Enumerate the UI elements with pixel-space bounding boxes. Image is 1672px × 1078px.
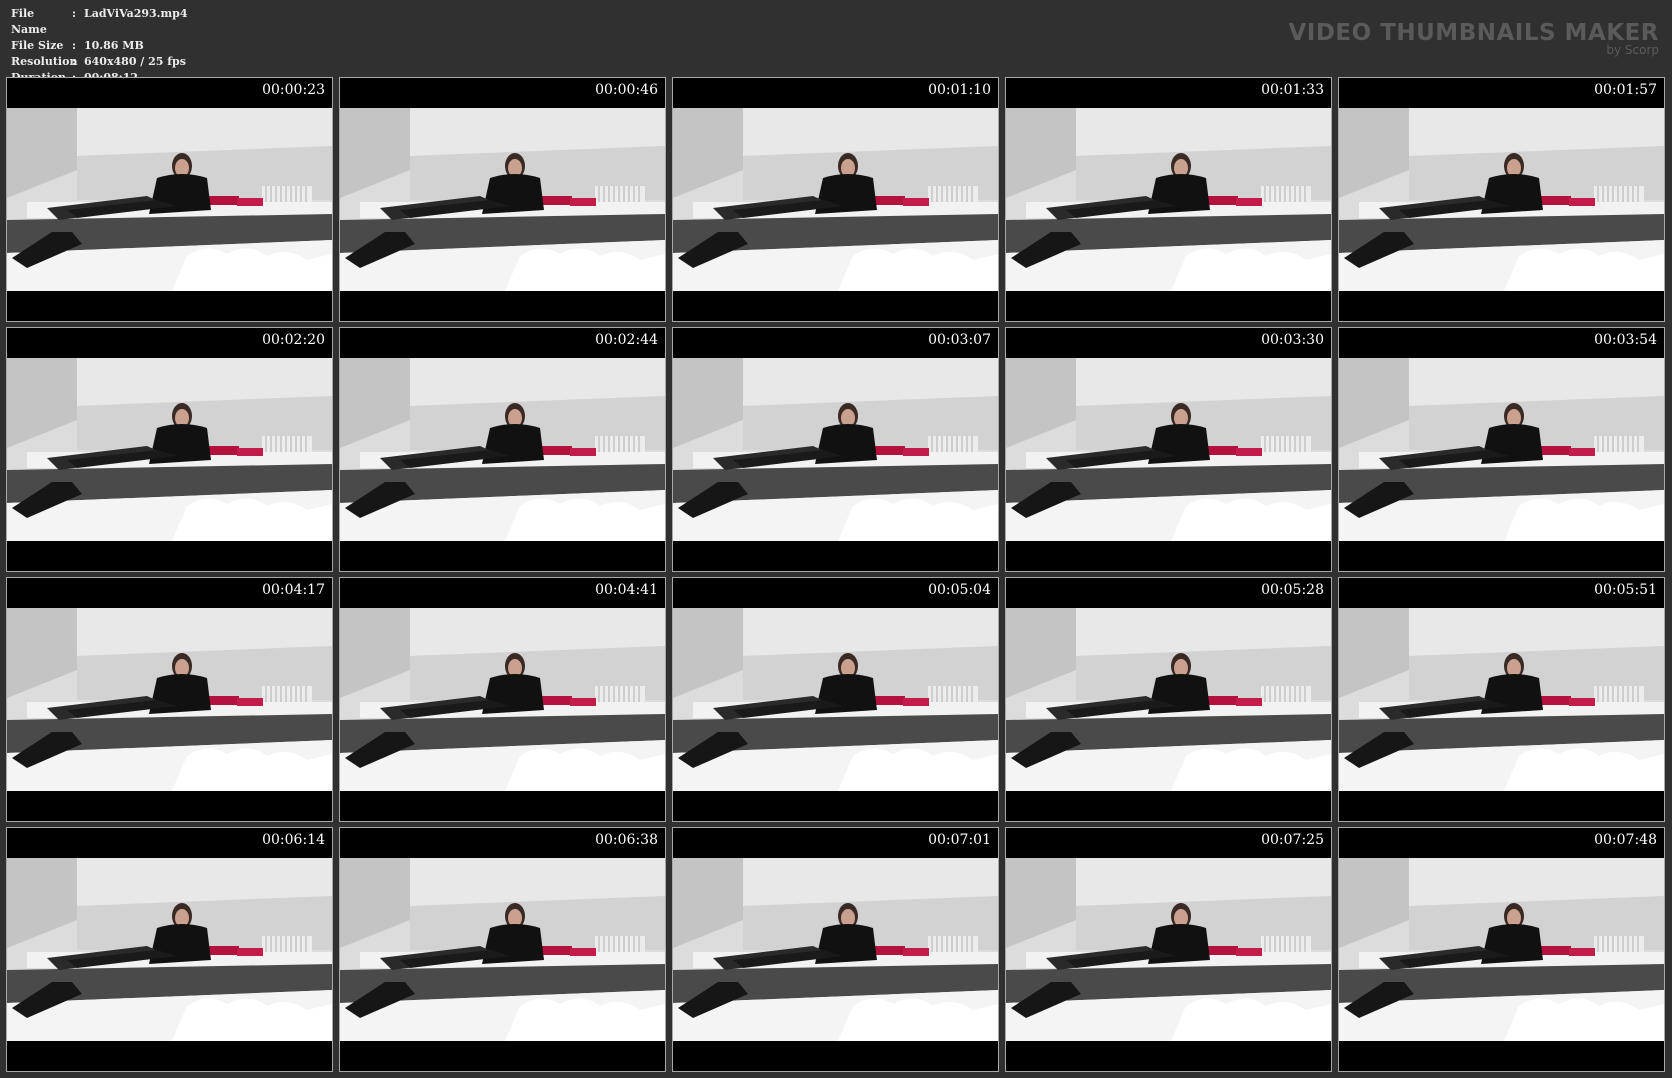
thumbnail-timestamp: 00:06:38 — [595, 832, 658, 848]
thumbnail-timestamp: 00:00:46 — [595, 82, 658, 98]
room-scene-image — [1006, 858, 1331, 1041]
thumbnail-frame — [673, 108, 998, 291]
thumbnail-frame — [7, 358, 332, 541]
thumbnail-frame — [1339, 608, 1664, 791]
thumbnail-timestamp: 00:05:04 — [928, 582, 991, 598]
room-scene-image — [1339, 858, 1664, 1041]
thumbnail-frame — [1006, 358, 1331, 541]
thumbnail-timestamp: 00:03:07 — [928, 332, 991, 348]
thumbnail-10[interactable]: 00:03:54 — [1338, 327, 1665, 572]
room-scene-image — [7, 858, 332, 1041]
thumbnail-12[interactable]: 00:04:41 — [339, 577, 666, 822]
file-info-panel: File Name : LadViVa293.mp4 File Size : 1… — [11, 6, 188, 86]
thumbnail-timestamp: 00:04:17 — [262, 582, 325, 598]
room-scene-image — [7, 358, 332, 541]
thumbnail-timestamp: 00:05:28 — [1261, 582, 1324, 598]
room-scene-image — [340, 108, 665, 291]
thumbnail-grid: 00:00:23 00:00:46 00:01:10 00:01:33 00:0… — [6, 77, 1665, 1072]
thumbnail-frame — [340, 108, 665, 291]
thumbnail-frame — [1006, 858, 1331, 1041]
thumbnail-frame — [673, 358, 998, 541]
separator: : — [72, 7, 77, 20]
thumbnail-11[interactable]: 00:04:17 — [6, 577, 333, 822]
resolution-row: Resolution : 640x480 / 25 fps — [11, 54, 188, 70]
room-scene-image — [1339, 608, 1664, 791]
room-scene-image — [340, 858, 665, 1041]
file-name-label: File Name — [11, 7, 47, 36]
room-scene-image — [1006, 358, 1331, 541]
thumbnail-1[interactable]: 00:00:23 — [6, 77, 333, 322]
room-scene-image — [673, 358, 998, 541]
thumbnail-frame — [673, 608, 998, 791]
thumbnail-frame — [1339, 858, 1664, 1041]
thumbnail-frame — [7, 858, 332, 1041]
room-scene-image — [7, 608, 332, 791]
thumbnail-frame — [7, 108, 332, 291]
file-size-row: File Size : 10.86 MB — [11, 38, 188, 54]
room-scene-image — [673, 608, 998, 791]
thumbnail-frame — [1339, 358, 1664, 541]
thumbnail-timestamp: 00:02:44 — [595, 332, 658, 348]
thumbnail-frame — [673, 858, 998, 1041]
thumbnail-9[interactable]: 00:03:30 — [1005, 327, 1332, 572]
thumbnail-15[interactable]: 00:05:51 — [1338, 577, 1665, 822]
thumbnail-18[interactable]: 00:07:01 — [672, 827, 999, 1072]
file-size-value: 10.86 MB — [84, 39, 144, 52]
thumbnail-4[interactable]: 00:01:33 — [1005, 77, 1332, 322]
separator: : — [72, 39, 77, 52]
thumbnail-frame — [340, 858, 665, 1041]
thumbnail-2[interactable]: 00:00:46 — [339, 77, 666, 322]
thumbnail-timestamp: 00:00:23 — [262, 82, 325, 98]
room-scene-image — [1006, 108, 1331, 291]
resolution-value: 640x480 / 25 fps — [84, 55, 186, 68]
thumbnail-frame — [1006, 108, 1331, 291]
room-scene-image — [673, 858, 998, 1041]
thumbnail-timestamp: 00:07:48 — [1594, 832, 1657, 848]
room-scene-image — [340, 608, 665, 791]
separator: : — [72, 55, 77, 68]
thumbnail-7[interactable]: 00:02:44 — [339, 327, 666, 572]
thumbnail-timestamp: 00:06:14 — [262, 832, 325, 848]
thumbnail-timestamp: 00:07:01 — [928, 832, 991, 848]
thumbnail-frame — [340, 358, 665, 541]
file-name-row: File Name : LadViVa293.mp4 — [11, 6, 188, 38]
file-size-label: File Size — [11, 39, 64, 52]
thumbnail-timestamp: 00:02:20 — [262, 332, 325, 348]
thumbnail-5[interactable]: 00:01:57 — [1338, 77, 1665, 322]
thumbnail-frame — [1006, 608, 1331, 791]
thumbnail-timestamp: 00:05:51 — [1594, 582, 1657, 598]
room-scene-image — [1339, 358, 1664, 541]
room-scene-image — [340, 358, 665, 541]
file-name-value: LadViVa293.mp4 — [84, 7, 188, 20]
brand-watermark: VIDEO THUMBNAILS MAKER by Scorp — [1288, 20, 1659, 57]
thumbnail-17[interactable]: 00:06:38 — [339, 827, 666, 1072]
thumbnail-timestamp: 00:01:10 — [928, 82, 991, 98]
room-scene-image — [673, 108, 998, 291]
thumbnail-timestamp: 00:01:33 — [1261, 82, 1324, 98]
thumbnail-frame — [7, 608, 332, 791]
thumbnail-timestamp: 00:01:57 — [1594, 82, 1657, 98]
thumbnail-19[interactable]: 00:07:25 — [1005, 827, 1332, 1072]
thumbnail-14[interactable]: 00:05:28 — [1005, 577, 1332, 822]
room-scene-image — [7, 108, 332, 291]
room-scene-image — [1339, 108, 1664, 291]
thumbnail-timestamp: 00:03:30 — [1261, 332, 1324, 348]
brand-title: VIDEO THUMBNAILS MAKER — [1288, 20, 1659, 46]
thumbnail-timestamp: 00:03:54 — [1594, 332, 1657, 348]
thumbnail-timestamp: 00:04:41 — [595, 582, 658, 598]
thumbnail-8[interactable]: 00:03:07 — [672, 327, 999, 572]
thumbnail-13[interactable]: 00:05:04 — [672, 577, 999, 822]
thumbnail-6[interactable]: 00:02:20 — [6, 327, 333, 572]
thumbnail-frame — [1339, 108, 1664, 291]
room-scene-image — [1006, 608, 1331, 791]
thumbnail-3[interactable]: 00:01:10 — [672, 77, 999, 322]
thumbnail-timestamp: 00:07:25 — [1261, 832, 1324, 848]
resolution-label: Resolution — [11, 55, 78, 68]
thumbnail-frame — [340, 608, 665, 791]
thumbnail-20[interactable]: 00:07:48 — [1338, 827, 1665, 1072]
thumbnail-16[interactable]: 00:06:14 — [6, 827, 333, 1072]
